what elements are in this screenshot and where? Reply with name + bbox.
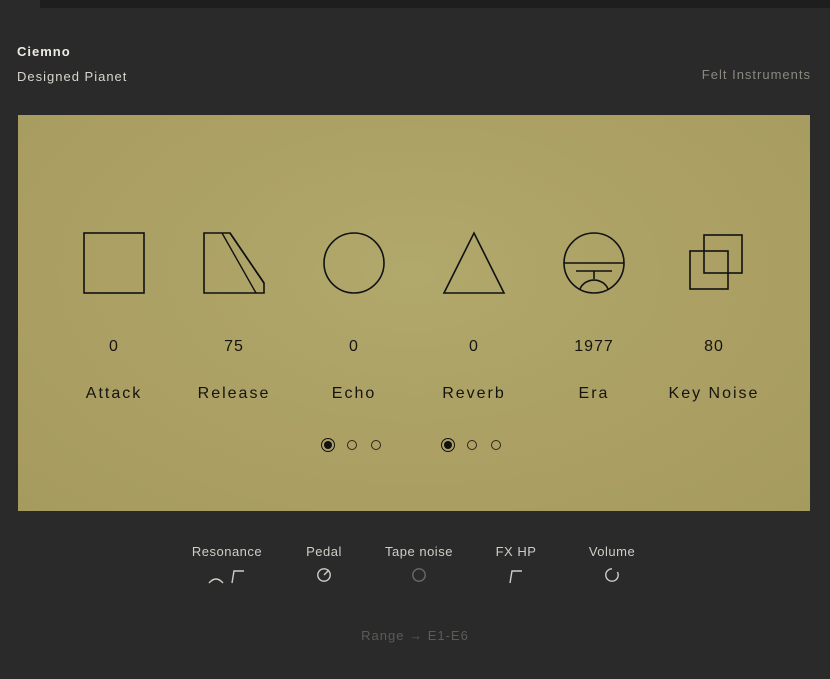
echo-label: Echo xyxy=(331,385,377,402)
release-value: 75 xyxy=(224,338,244,355)
range-indicator: Range → E1-E6 xyxy=(361,628,469,643)
top-strip xyxy=(40,0,830,8)
volume-knob-icon xyxy=(605,568,619,582)
reverb-control[interactable]: 0 Reverb xyxy=(414,231,534,403)
brand: Ciemno Designed Pianet xyxy=(17,44,127,84)
reverb-mode-3-radio[interactable] xyxy=(489,438,503,452)
main-panel: 0 Attack 75 Release 0 Echo 0 Reverb 1977… xyxy=(18,115,810,511)
volume-label: Volume xyxy=(588,544,636,559)
resonance-curve-icon xyxy=(208,578,224,584)
echo-control[interactable]: 0 Echo xyxy=(294,231,414,403)
attack-control[interactable]: 0 Attack xyxy=(54,231,174,403)
app-name: Ciemno xyxy=(17,44,71,59)
highpass-icon xyxy=(509,570,522,584)
attack-value: 0 xyxy=(109,338,119,355)
echo-mode-3-radio[interactable] xyxy=(369,438,383,452)
tape-noise-control[interactable]: Tape noise xyxy=(379,544,459,585)
tape-noise-toggle-icon xyxy=(412,568,426,582)
reverb-mode-1-radio[interactable] xyxy=(441,438,455,452)
trapezoid-icon xyxy=(203,232,265,294)
key-noise-control[interactable]: 80 Key Noise xyxy=(654,231,774,403)
release-label: Release xyxy=(197,385,271,402)
echo-value: 0 xyxy=(349,338,359,355)
reverb-mode-selector xyxy=(441,438,503,452)
tape-noise-label: Tape noise xyxy=(385,544,453,559)
fx-hp-label: FX HP xyxy=(495,544,537,559)
pedal-toggle-icon xyxy=(317,568,331,582)
reverb-label: Reverb xyxy=(442,385,506,402)
overlapping-squares-icon xyxy=(689,234,743,290)
resonance-control[interactable]: Resonance xyxy=(187,544,267,585)
era-value: 1977 xyxy=(574,338,614,355)
fx-hp-control[interactable]: FX HP xyxy=(486,544,546,585)
circle-icon xyxy=(323,232,385,294)
resonance-label: Resonance xyxy=(191,544,263,559)
app-subtitle: Designed Pianet xyxy=(17,69,128,84)
highpass-filter-icon xyxy=(231,570,244,584)
triangle-icon xyxy=(442,231,506,294)
key-noise-label: Key Noise xyxy=(668,385,760,402)
era-label: Era xyxy=(578,385,610,402)
attack-label: Attack xyxy=(85,385,143,402)
echo-mode-selector xyxy=(321,438,383,452)
pedal-label: Pedal xyxy=(306,544,342,559)
era-control[interactable]: 1977 Era xyxy=(534,231,654,403)
reverb-value: 0 xyxy=(469,338,479,355)
reverb-mode-2-radio[interactable] xyxy=(465,438,479,452)
pedal-control[interactable]: Pedal xyxy=(294,544,354,585)
era-icon xyxy=(563,232,625,294)
square-icon xyxy=(83,232,145,294)
maker-name: Felt Instruments xyxy=(701,67,811,82)
key-noise-value: 80 xyxy=(704,338,724,355)
echo-mode-2-radio[interactable] xyxy=(345,438,359,452)
release-control[interactable]: 75 Release xyxy=(174,231,294,403)
echo-mode-1-radio[interactable] xyxy=(321,438,335,452)
volume-control[interactable]: Volume xyxy=(582,544,642,585)
